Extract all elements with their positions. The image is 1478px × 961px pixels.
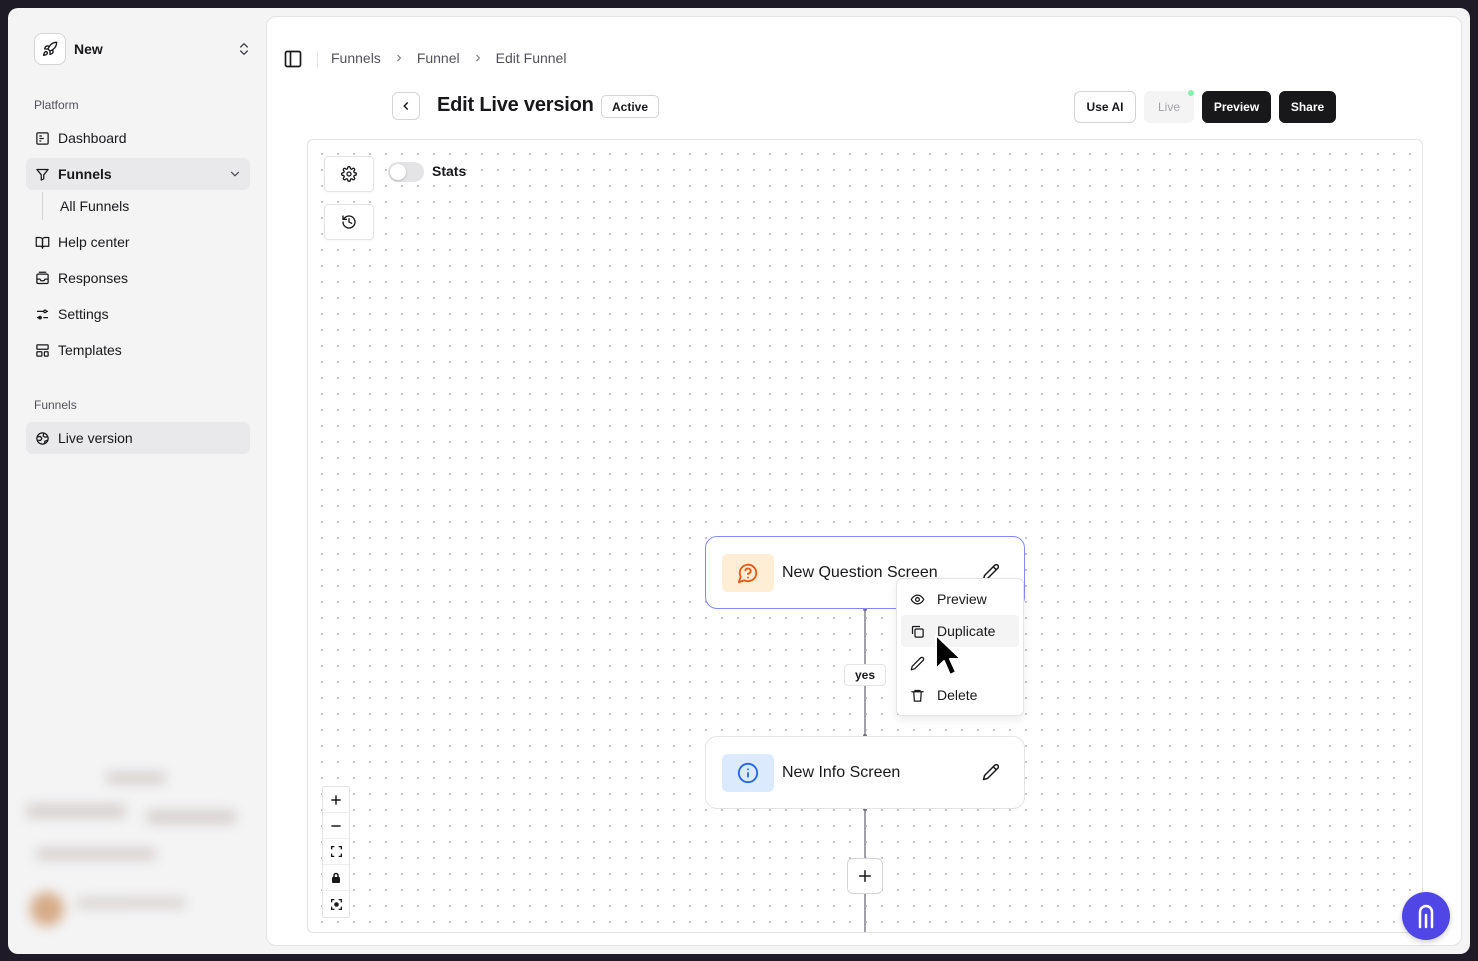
node-title: New Info Screen	[782, 763, 901, 781]
live-status-dot	[1188, 90, 1194, 96]
menu-item-delete[interactable]: Delete	[901, 679, 1019, 711]
sidebar-item-label: Templates	[58, 342, 122, 358]
chevrons-up-down-icon	[240, 43, 248, 55]
sidebar: New Platform Dashboard Funnels All Funne…	[8, 8, 266, 954]
sidebar-item-responses[interactable]: Responses	[26, 262, 250, 294]
copy-icon	[909, 623, 925, 639]
minus-icon	[331, 824, 341, 827]
node-info-screen[interactable]: New Info Screen	[705, 736, 1025, 809]
add-node-button[interactable]	[847, 858, 883, 894]
status-badge: Active	[601, 95, 660, 118]
main-panel: Funnels Funnel Edit Funnel Edit Live ver…	[266, 16, 1462, 946]
workspace-switcher[interactable]: New	[34, 32, 252, 66]
layout-icon	[34, 342, 50, 358]
breadcrumb-funnel[interactable]: Funnel	[417, 50, 460, 66]
gear-icon	[341, 166, 357, 182]
app-window: New Platform Dashboard Funnels All Funne…	[8, 8, 1470, 954]
focus-icon	[330, 898, 342, 910]
trash-icon	[909, 687, 925, 703]
stats-toggle[interactable]	[388, 162, 424, 182]
chevron-down-icon	[230, 171, 240, 177]
sidebar-item-templates[interactable]: Templates	[26, 334, 250, 366]
sidebar-item-label: Responses	[58, 270, 129, 286]
workspace-name: New	[74, 41, 103, 57]
stats-label: Stats	[432, 163, 467, 179]
chevron-right-icon	[475, 54, 480, 62]
plus-icon	[859, 870, 871, 882]
sidebar-item-dashboard[interactable]: Dashboard	[26, 122, 250, 154]
chevron-left-icon	[403, 101, 409, 111]
breadcrumb: Funnels Funnel Edit Funnel	[331, 50, 566, 66]
menu-item-label: Preview	[937, 591, 987, 607]
sidebar-item-label: Dashboard	[58, 130, 127, 146]
preview-button[interactable]: Preview	[1202, 91, 1271, 123]
user-profile-area[interactable]	[16, 764, 250, 942]
focus-button[interactable]	[323, 891, 349, 917]
live-button[interactable]: Live	[1144, 90, 1194, 123]
pencil-icon[interactable]	[982, 763, 1000, 781]
sidebar-item-help-center[interactable]: Help center	[26, 226, 250, 258]
dashboard-icon	[34, 130, 50, 146]
globe-icon	[34, 430, 50, 446]
flow-canvas[interactable]: Stats yes New Question Screen New Info S…	[307, 139, 1423, 933]
chevron-right-icon	[396, 54, 402, 62]
question-bubble-icon	[722, 553, 774, 592]
sidebar-item-label: Settings	[58, 306, 109, 322]
help-chat-button[interactable]	[1402, 892, 1450, 940]
sidebar-item-label: Funnels	[58, 166, 112, 182]
canvas-settings-button[interactable]	[324, 156, 374, 192]
breadcrumb-funnels[interactable]: Funnels	[331, 50, 381, 66]
edge-label: yes	[844, 664, 886, 686]
menu-item-label: Delete	[937, 687, 978, 703]
zoom-controls	[322, 786, 350, 918]
sidebar-item-label: Live version	[58, 430, 133, 446]
rocket-icon	[34, 33, 66, 65]
sliders-icon	[34, 306, 50, 322]
plus-icon	[331, 794, 341, 805]
lock-button[interactable]	[323, 865, 349, 891]
history-button[interactable]	[324, 204, 374, 240]
toggle-knob	[390, 164, 406, 180]
edge-add-down	[864, 894, 866, 932]
filter-icon	[34, 166, 50, 182]
sidebar-toggle-icon[interactable]	[283, 49, 303, 69]
live-label: Live	[1157, 100, 1180, 114]
sidebar-item-funnels[interactable]: Funnels	[26, 158, 250, 190]
edge-info-to-add	[864, 810, 866, 858]
lock-icon	[332, 872, 340, 883]
use-ai-button[interactable]: Use AI	[1074, 91, 1136, 123]
sidebar-item-live-version[interactable]: Live version	[26, 422, 250, 454]
share-button[interactable]: Share	[1279, 91, 1336, 123]
fullscreen-icon	[330, 845, 342, 858]
pencil-icon	[909, 655, 925, 671]
menu-item-preview[interactable]: Preview	[901, 583, 1019, 615]
sidebar-item-settings[interactable]: Settings	[26, 298, 250, 330]
chat-logo-icon	[1418, 904, 1434, 929]
funnels-section-label: Funnels	[34, 398, 77, 412]
zoom-in-button[interactable]	[323, 787, 349, 813]
back-button[interactable]	[392, 92, 420, 120]
fit-view-button[interactable]	[323, 839, 349, 865]
divider	[317, 51, 318, 67]
history-icon	[342, 215, 356, 229]
sidebar-subitem-label: All Funnels	[60, 198, 130, 214]
sidebar-item-label: Help center	[58, 234, 130, 250]
platform-section-label: Platform	[34, 98, 79, 112]
page-title: Edit Live version	[437, 94, 594, 116]
book-icon	[34, 234, 50, 250]
eye-icon	[909, 591, 925, 607]
zoom-out-button[interactable]	[323, 813, 349, 839]
mouse-cursor-icon	[935, 634, 962, 676]
inbox-icon	[34, 270, 50, 286]
sidebar-subitem-all-funnels[interactable]: All Funnels	[42, 192, 250, 220]
breadcrumb-edit-funnel: Edit Funnel	[495, 50, 567, 66]
info-icon	[722, 753, 774, 792]
